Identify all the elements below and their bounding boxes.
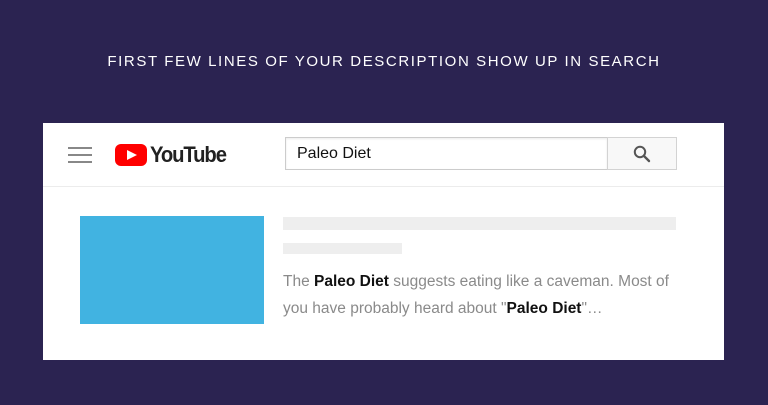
youtube-logo[interactable]: YouTube [115, 142, 232, 168]
video-thumbnail[interactable] [80, 216, 264, 324]
video-description: The Paleo Diet suggests eating like a ca… [283, 268, 683, 322]
hamburger-menu-icon[interactable] [68, 146, 92, 164]
desc-text: The [283, 273, 315, 290]
logo-text: YouTube [150, 142, 227, 167]
search-icon [633, 145, 651, 162]
desc-highlight: Paleo Diet [314, 273, 389, 290]
search-results-card: YouTube The Paleo Diet suggests eating l… [43, 123, 724, 360]
youtube-header: YouTube [43, 123, 724, 187]
desc-highlight: Paleo Diet [506, 300, 582, 317]
search-button[interactable] [607, 137, 677, 170]
title-placeholder [283, 217, 676, 230]
headline: FIRST FEW LINES OF YOUR DESCRIPTION SHOW… [107, 53, 661, 70]
youtube-play-icon [115, 144, 147, 166]
meta-placeholder [283, 243, 402, 254]
desc-text: "… [581, 300, 603, 317]
search-input[interactable] [285, 137, 607, 170]
